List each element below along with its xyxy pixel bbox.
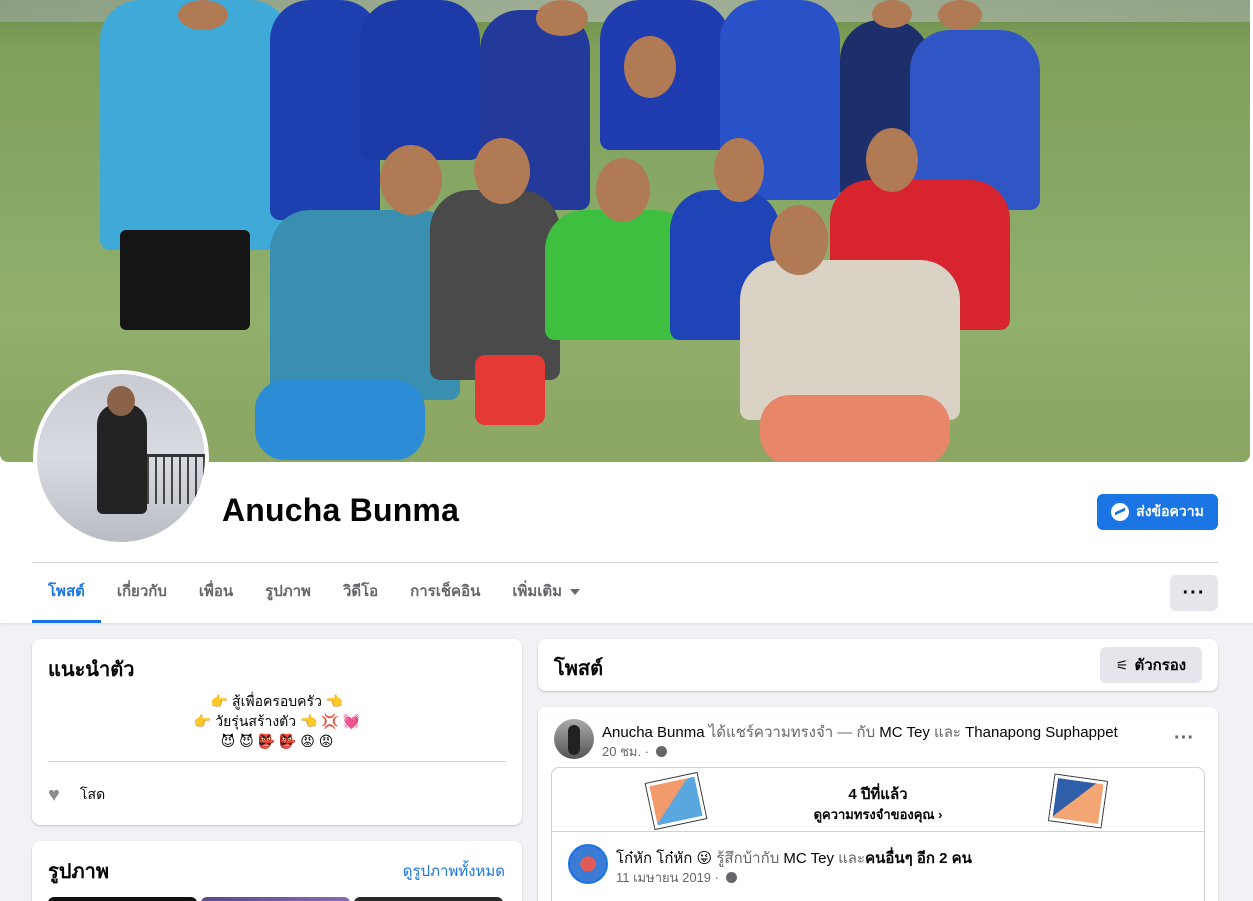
tab-label: รูปภาพ: [265, 583, 311, 600]
profile-avatar[interactable]: [33, 370, 209, 546]
shared-conjunction: และ: [833, 850, 866, 867]
tab-videos[interactable]: วิดีโอ: [327, 563, 394, 623]
caret-down-icon: [570, 589, 581, 596]
profile-more-button[interactable]: ···: [1170, 575, 1218, 611]
posts-header-card: โพสต์ ⚟ ตัวกรอง: [538, 639, 1218, 691]
globe-icon: [725, 872, 737, 883]
filter-icon: ⚟: [1115, 656, 1129, 673]
bio-line: 😈 😈 👺 👺 😡 😡: [220, 733, 334, 749]
bio-line: 👉 สู้เพื่อครอบครัว 👈: [210, 693, 344, 709]
post-card: Anucha Bunma ได้แชร์ความทรงจำ — กับ MC T…: [538, 707, 1218, 901]
shared-feeling-text: รู้สึกบ้ากับ: [712, 850, 784, 867]
tab-label: เกี่ยวกับ: [116, 583, 167, 600]
post-meta: 20 ชม. ·: [602, 741, 667, 762]
post-header-line: Anucha Bunma ได้แชร์ความทรงจำ — กับ MC T…: [602, 720, 1118, 744]
filter-label: ตัวกรอง: [1134, 657, 1187, 674]
tab-label: เพิ่มเติม: [512, 583, 563, 600]
photos-title: รูปภาพ: [48, 861, 110, 883]
tab-checkins[interactable]: การเช็คอิน: [394, 563, 496, 623]
tab-label: การเช็คอิน: [410, 583, 481, 600]
intro-title: แนะนำตัว: [48, 659, 135, 681]
tab-label: เพื่อน: [198, 583, 234, 600]
tab-photos[interactable]: รูปภาพ: [249, 563, 327, 623]
post-action-text: ได้แชร์ความทรงจำ — กับ: [704, 724, 880, 741]
tab-more[interactable]: เพิ่มเติม: [496, 563, 596, 623]
post-author-avatar[interactable]: [554, 719, 594, 759]
memory-card: 4 ปีที่แล้ว ดูความทรงจำของคุณ › โก๋หัก โ…: [551, 767, 1205, 901]
memory-sticker-right: [1049, 774, 1107, 828]
tab-friends[interactable]: เพื่อน: [183, 563, 249, 623]
post-conjunction: และ: [929, 724, 966, 741]
intro-card: แนะนำตัว 👉 สู้เพื่อครอบครัว 👈 👉 วัยรุ่นส…: [32, 639, 522, 825]
profile-header: Anucha Bunma ส่งข้อความ โพสต์ เกี่ยวกับ …: [0, 0, 1253, 623]
post-timestamp[interactable]: 20 ชม. ·: [602, 744, 649, 759]
post-author-link[interactable]: Anucha Bunma: [602, 724, 705, 741]
tab-posts[interactable]: โพสต์: [32, 563, 101, 623]
photo-thumbnail[interactable]: [201, 897, 350, 901]
shared-post-meta: 11 เมษายน 2019 ·: [616, 867, 737, 888]
posts-title: โพสต์: [554, 658, 604, 680]
post-menu-button[interactable]: ···: [1174, 727, 1194, 750]
tab-label: วิดีโอ: [342, 583, 379, 600]
shared-author-link[interactable]: โก๋หัก โก๋หัก 😜: [616, 850, 712, 867]
tagged-user-link[interactable]: MC Tey: [783, 850, 834, 867]
photos-card: รูปภาพ ดูรูปภาพทั้งหมด: [32, 841, 522, 901]
photo-thumbnail[interactable]: [354, 897, 503, 901]
memory-banner[interactable]: 4 ปีที่แล้ว ดูความทรงจำของคุณ ›: [552, 768, 1204, 832]
bio-line: 👉 วัยรุ่นสร้างตัว 👈 💢 💓: [193, 713, 361, 729]
tab-label: โพสต์: [48, 583, 85, 600]
globe-icon: [655, 746, 667, 757]
cover-photo[interactable]: [0, 0, 1250, 462]
filter-button[interactable]: ⚟ ตัวกรอง: [1100, 647, 1202, 683]
shared-post-date[interactable]: 11 เมษายน 2019 ·: [616, 870, 719, 885]
others-link[interactable]: คนอื่นๆ อีก 2 คน: [865, 850, 972, 867]
photo-thumbnail[interactable]: [48, 897, 197, 901]
see-memories-link[interactable]: ดูความทรงจำของคุณ ›: [552, 804, 1204, 825]
heart-icon: ♥: [48, 784, 60, 806]
intro-bio: 👉 สู้เพื่อครอบครัว 👈 👉 วัยรุ่นสร้างตัว 👈…: [48, 691, 506, 751]
tagged-user-link[interactable]: Thanapong Suphappet: [965, 724, 1118, 741]
see-all-photos-link[interactable]: ดูรูปภาพทั้งหมด: [403, 859, 505, 883]
shared-author-avatar[interactable]: [568, 844, 608, 884]
send-message-label: ส่งข้อความ: [1136, 503, 1204, 519]
send-message-button[interactable]: ส่งข้อความ: [1097, 494, 1218, 530]
tagged-user-link[interactable]: MC Tey: [879, 724, 930, 741]
intro-divider: [48, 761, 506, 762]
profile-name: Anucha Bunma: [222, 492, 460, 528]
relationship-status: ♥ โสด: [48, 784, 105, 806]
relationship-label: โสด: [80, 786, 106, 802]
profile-tabs: โพสต์ เกี่ยวกับ เพื่อน รูปภาพ วิดีโอ การ…: [32, 563, 596, 623]
tab-about[interactable]: เกี่ยวกับ: [101, 563, 183, 623]
messenger-icon: [1111, 503, 1130, 521]
